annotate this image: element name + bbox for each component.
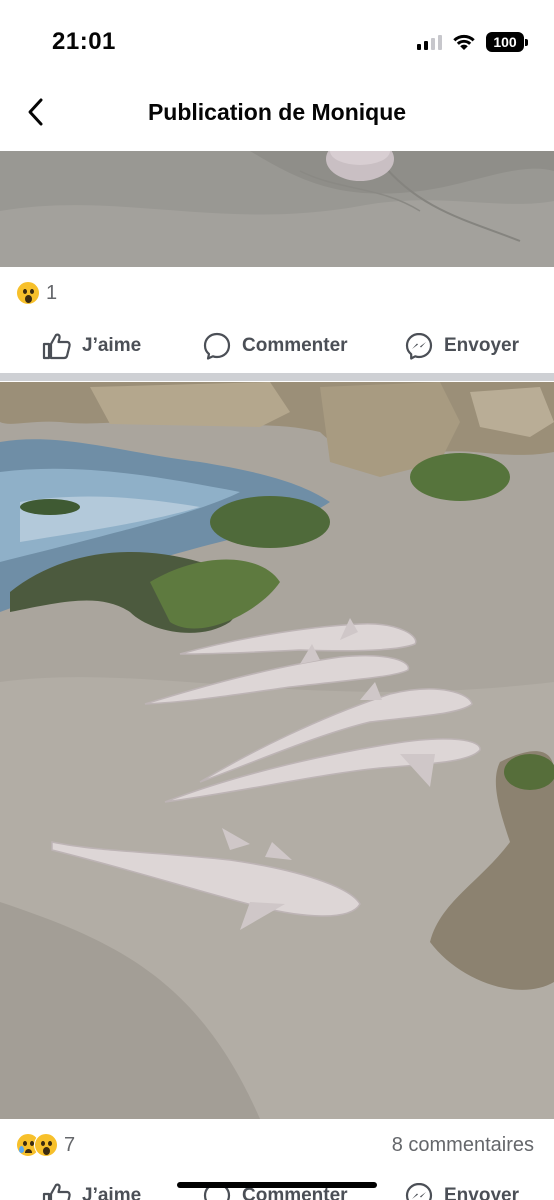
wow-reaction-icon [16,281,40,305]
send-button[interactable]: Envoyer [404,1168,519,1200]
post-separator [0,373,554,381]
status-bar: 21:01 100 [0,0,554,80]
reactions-summary[interactable]: 7 [16,1133,75,1157]
messenger-icon [405,1182,433,1200]
send-label: Envoyer [444,335,519,356]
like-label: J’aime [82,1185,142,1200]
reaction-count: 1 [46,281,58,304]
thumbs-up-icon [42,333,71,360]
wifi-icon [453,34,475,50]
comment-label: Commenter [242,335,348,356]
status-icons: 100 [417,32,528,52]
wow-reaction-icon [34,1133,58,1157]
like-button[interactable]: J’aime [42,1168,141,1200]
reactions-summary[interactable]: 1 [16,281,57,305]
sharks-on-beach-photo [0,382,554,1119]
action-bar: J’aime Commenter Envoyer [0,318,554,374]
thumbs-up-icon [42,1183,71,1200]
page-title: Publication de Monique [147,99,407,125]
beach-sand-photo [0,151,554,267]
post-image-1[interactable] [0,151,554,267]
status-time: 21:01 [52,28,116,55]
comment-button[interactable]: Commenter [202,318,348,374]
send-label: Envoyer [444,1185,519,1200]
like-label: J’aime [82,335,142,356]
send-button[interactable]: Envoyer [404,318,519,374]
home-indicator[interactable] [177,1182,377,1188]
post-image-2[interactable] [0,382,554,1119]
like-button[interactable]: J’aime [42,318,141,374]
cellular-signal-icon [417,34,442,50]
battery-level: 100 [486,32,524,52]
comments-count-link[interactable]: 8 commentaires [392,1134,534,1157]
reaction-count: 7 [64,1133,76,1156]
comment-icon [203,332,231,360]
messenger-icon [405,332,433,360]
battery-icon: 100 [486,32,528,52]
nav-header: Publication de Monique [0,82,554,144]
